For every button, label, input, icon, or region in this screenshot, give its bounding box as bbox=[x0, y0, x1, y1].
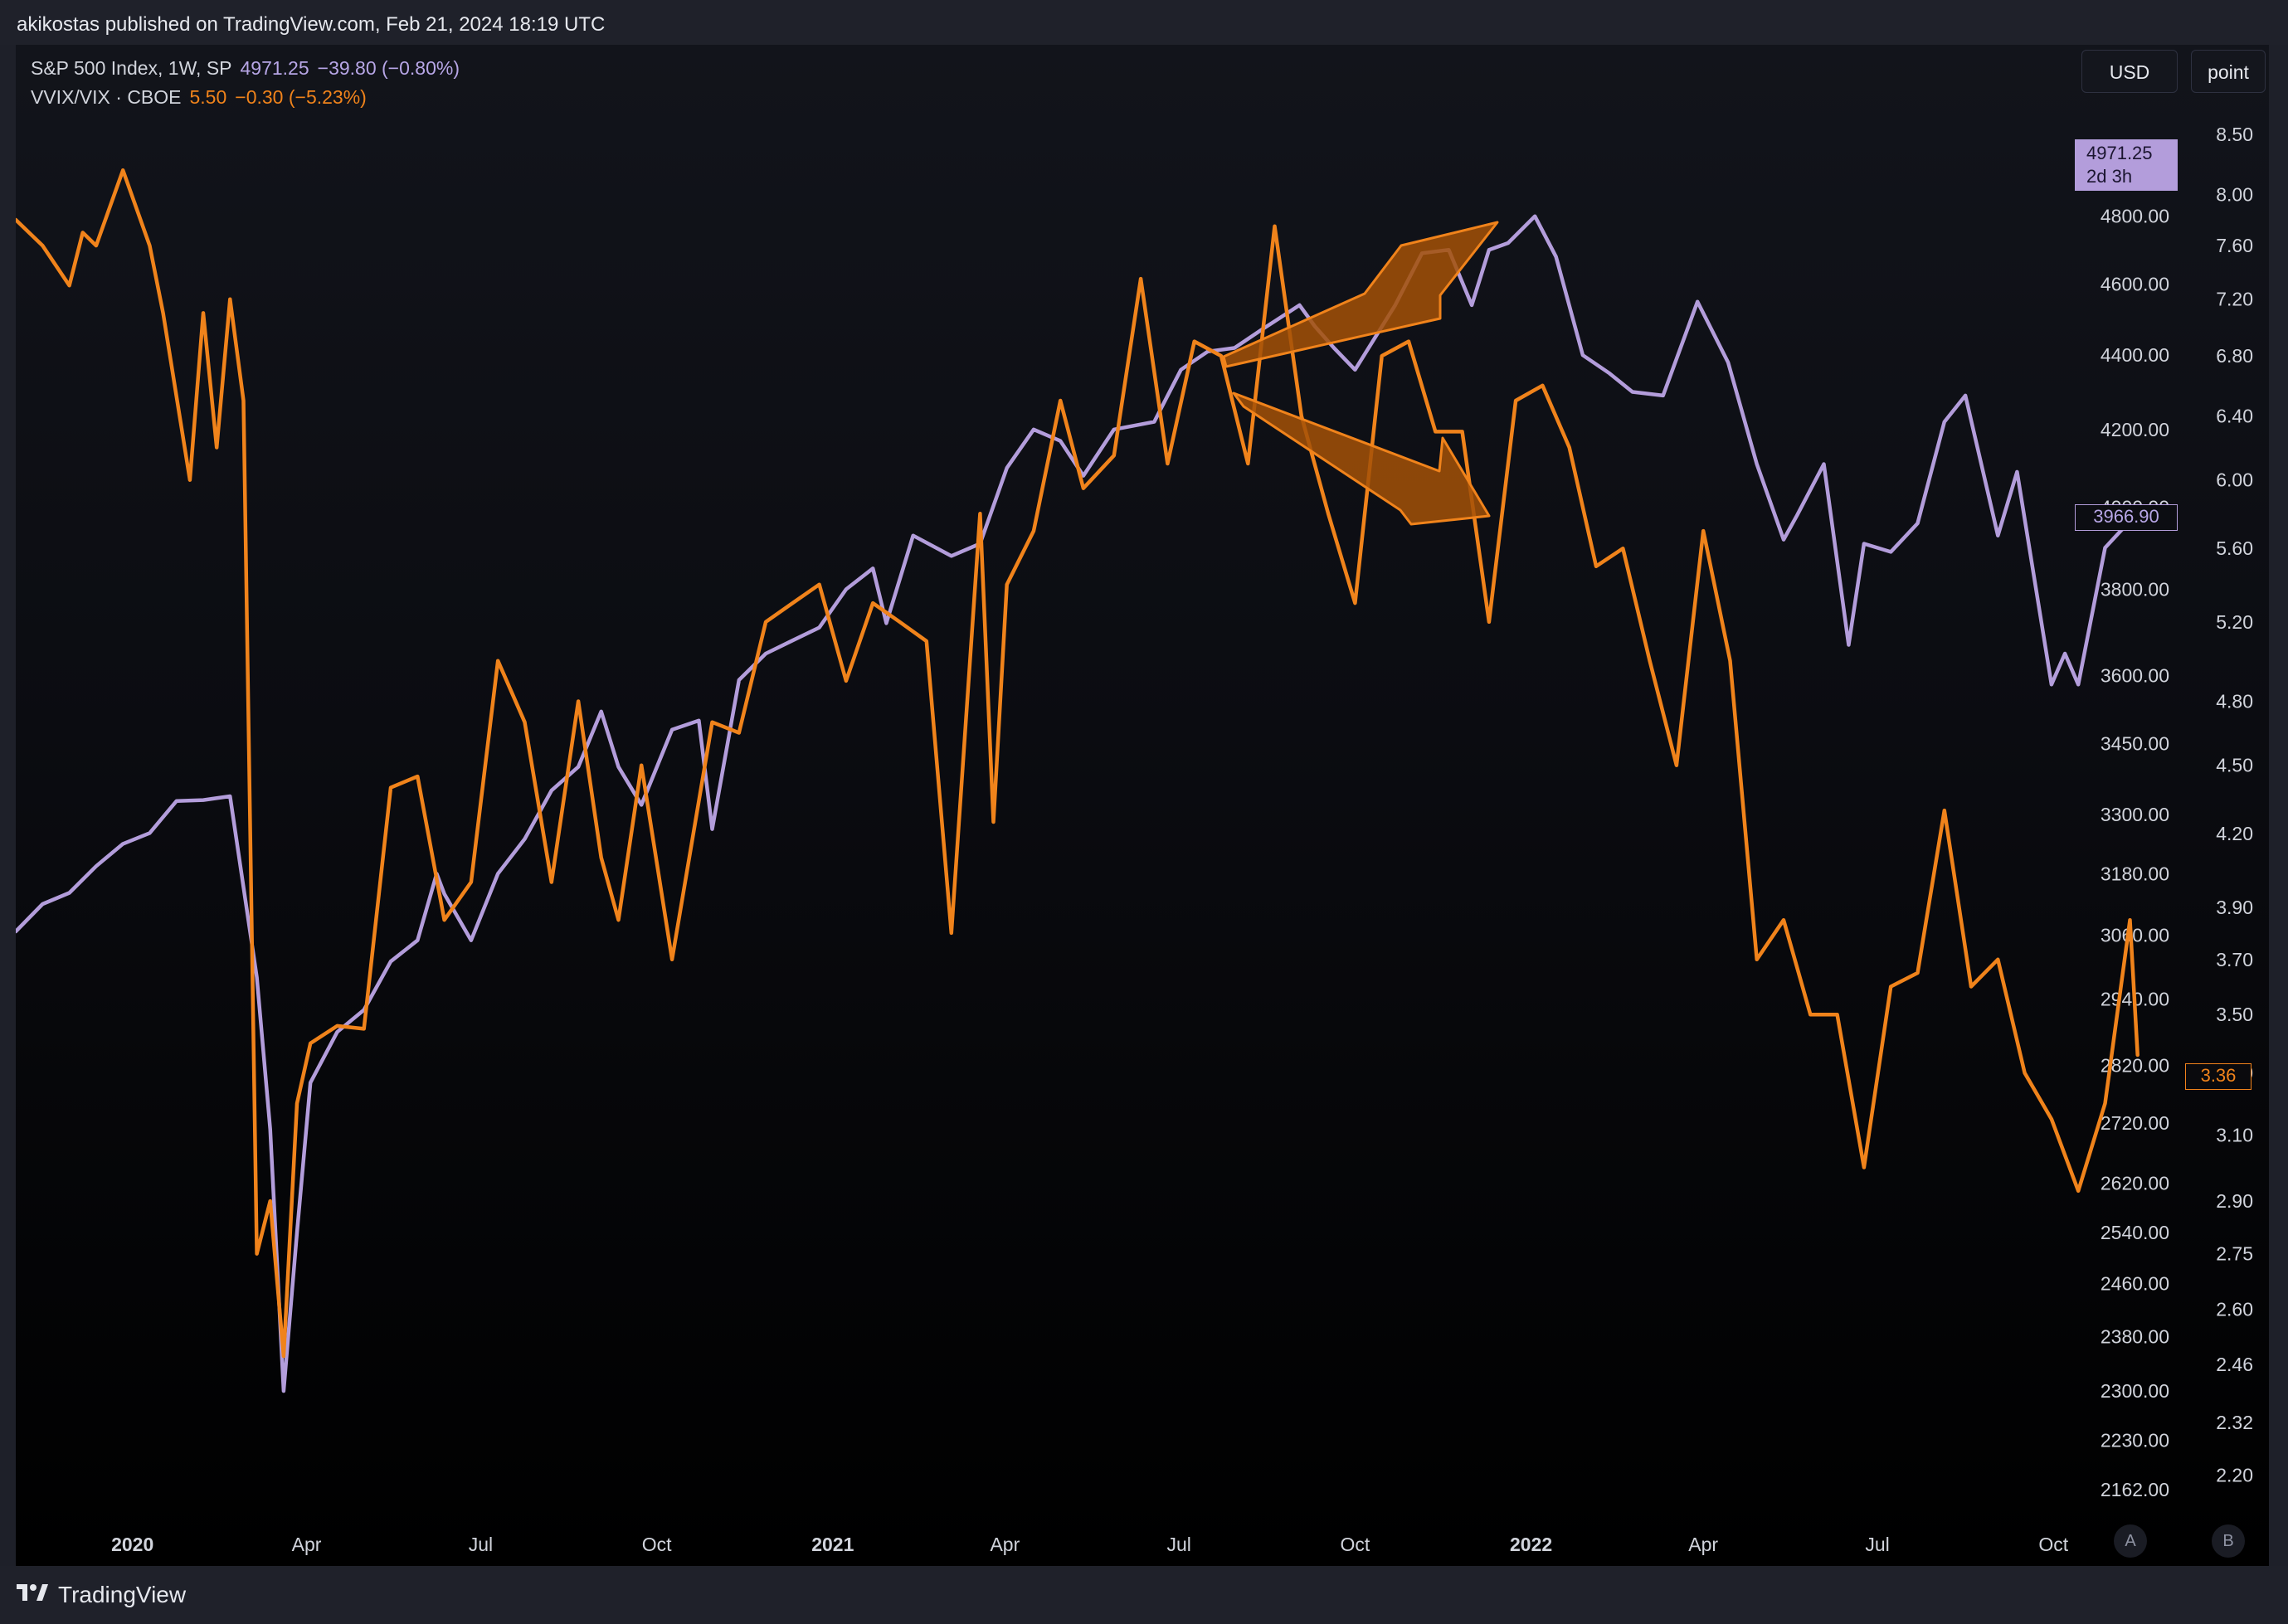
left-axis-tick-label: 2620.00 bbox=[2101, 1172, 2169, 1194]
time-axis-tick-label: Oct bbox=[2038, 1534, 2068, 1555]
time-axis-tick-label: Apr bbox=[1688, 1534, 1718, 1555]
legend-sp500-name: S&P 500 Index, 1W, SP bbox=[31, 57, 232, 79]
annotation-arrow-down[interactable] bbox=[1232, 391, 1491, 526]
left-price-axis: 4800.004600.004400.004200.004000.003800.… bbox=[2101, 206, 2169, 1501]
left-axis-tick-label: 4200.00 bbox=[2101, 419, 2169, 440]
right-axis-tick-label: 3.90 bbox=[2216, 897, 2253, 918]
right-axis-tick-label: 2.46 bbox=[2216, 1354, 2253, 1375]
time-axis-tick-label: 2022 bbox=[1510, 1534, 1552, 1555]
annotation-arrow-up[interactable] bbox=[1222, 221, 1499, 368]
legend-vvix[interactable]: VVIX/VIX · CBOE 5.50 −0.30 (−5.23%) bbox=[31, 86, 375, 109]
scale-mode-button[interactable]: point bbox=[2191, 50, 2266, 93]
right-axis-tick-label: 2.90 bbox=[2216, 1190, 2253, 1212]
legend-vvix-name: VVIX/VIX · CBOE bbox=[31, 86, 182, 108]
sp500-series-line bbox=[16, 214, 2132, 1393]
right-axis-tick-label: 3.50 bbox=[2216, 1004, 2253, 1025]
right-axis-tick-label: 8.00 bbox=[2216, 184, 2253, 206]
right-axis-tick-label: 2.60 bbox=[2216, 1299, 2253, 1320]
right-axis-tick-label: 4.80 bbox=[2216, 691, 2253, 712]
time-axis-tick-label: Oct bbox=[1341, 1534, 1370, 1555]
right-axis-tick-label: 3.10 bbox=[2216, 1124, 2253, 1145]
right-axis-tick-label: 4.50 bbox=[2216, 755, 2253, 776]
right-axis-tick-label: 6.40 bbox=[2216, 406, 2253, 427]
left-axis-tick-label: 3450.00 bbox=[2101, 732, 2169, 754]
right-scale-b-button[interactable]: B bbox=[2212, 1524, 2245, 1558]
publish-info-bar: akikostas published on TradingView.com, … bbox=[0, 0, 2288, 45]
left-axis-tick-label: 2162.00 bbox=[2101, 1479, 2169, 1500]
left-axis-tick-label: 2380.00 bbox=[2101, 1325, 2169, 1347]
tradingview-logo-icon bbox=[17, 1584, 48, 1601]
legend-sp500[interactable]: S&P 500 Index, 1W, SP 4971.25 −39.80 (−0.8… bbox=[31, 57, 468, 80]
time-axis-tick-label: Apr bbox=[292, 1534, 322, 1555]
legend-sp500-change: −39.80 (−0.80%) bbox=[317, 57, 460, 79]
left-axis-tick-label: 2460.00 bbox=[2101, 1273, 2169, 1295]
time-axis-tick-label: Jul bbox=[1167, 1534, 1191, 1555]
left-axis-tick-label: 2300.00 bbox=[2101, 1380, 2169, 1402]
time-axis-tick-label: 2020 bbox=[111, 1534, 153, 1555]
right-axis-tick-label: 6.00 bbox=[2216, 469, 2253, 491]
sp500-last-price-tag: 4971.25 2d 3h bbox=[2075, 139, 2178, 191]
time-axis-tick-label: Jul bbox=[1865, 1534, 1889, 1555]
left-axis-tick-label: 3300.00 bbox=[2101, 804, 2169, 825]
time-axis-tick-label: 2021 bbox=[811, 1534, 854, 1555]
sp500-marker-tag: 3966.90 bbox=[2075, 504, 2178, 531]
right-axis-tick-label: 5.20 bbox=[2216, 611, 2253, 633]
currency-button[interactable]: USD bbox=[2081, 50, 2178, 93]
right-axis-tick-label: 3.70 bbox=[2216, 949, 2253, 970]
tradingview-brand-name: TradingView bbox=[58, 1582, 187, 1607]
left-axis-tick-label: 4600.00 bbox=[2101, 274, 2169, 295]
price-chart[interactable]: 4800.004600.004400.004200.004000.003800.… bbox=[16, 45, 2269, 1566]
brand-bar: TradingView bbox=[0, 1566, 2288, 1624]
right-axis-tick-label: 8.50 bbox=[2216, 124, 2253, 145]
right-axis-tick-label: 7.60 bbox=[2216, 235, 2253, 256]
legend-sp500-value: 4971.25 bbox=[240, 57, 309, 79]
left-axis-tick-label: 2540.00 bbox=[2101, 1222, 2169, 1243]
sp500-countdown: 2d 3h bbox=[2086, 166, 2133, 187]
right-axis-tick-label: 7.20 bbox=[2216, 289, 2253, 310]
publish-info-text: akikostas published on TradingView.com, … bbox=[17, 13, 606, 36]
right-axis-tick-label: 5.60 bbox=[2216, 537, 2253, 559]
chart-panel[interactable]: 4800.004600.004400.004200.004000.003800.… bbox=[16, 45, 2269, 1566]
time-axis-tick-label: Oct bbox=[642, 1534, 672, 1555]
left-axis-tick-label: 3060.00 bbox=[2101, 924, 2169, 946]
vvix-vix-series-line bbox=[16, 168, 2140, 1359]
right-axis-tick-label: 2.20 bbox=[2216, 1464, 2253, 1485]
right-axis-tick-label: 2.75 bbox=[2216, 1243, 2253, 1265]
left-scale-a-button[interactable]: A bbox=[2114, 1524, 2147, 1558]
left-axis-tick-label: 4400.00 bbox=[2101, 344, 2169, 366]
legend-vvix-change: −0.30 (−5.23%) bbox=[235, 86, 367, 108]
left-axis-tick-label: 3180.00 bbox=[2101, 863, 2169, 884]
time-axis-tick-label: Jul bbox=[469, 1534, 493, 1555]
left-axis-tick-label: 2720.00 bbox=[2101, 1112, 2169, 1134]
left-axis-tick-label: 3800.00 bbox=[2101, 578, 2169, 600]
right-axis-tick-label: 4.20 bbox=[2216, 823, 2253, 844]
legend-vvix-value: 5.50 bbox=[189, 86, 227, 108]
time-axis: 2020 Apr Jul Oct 2021 Apr Jul Oct 2022 Apr Jul Oct bbox=[111, 1534, 2069, 1555]
drawing-annotations[interactable] bbox=[1222, 221, 1499, 526]
left-axis-tick-label: 2230.00 bbox=[2101, 1430, 2169, 1451]
right-price-axis: 8.50 8.00 7.60 7.20 6.80 6.40 6.00 5.60 5.20 4.80… bbox=[2216, 124, 2253, 1485]
series-lines bbox=[16, 168, 2140, 1393]
right-axis-tick-label: 6.80 bbox=[2216, 345, 2253, 367]
vvix-marker-tag: 3.36 bbox=[2185, 1063, 2251, 1090]
left-axis-tick-label: 4800.00 bbox=[2101, 206, 2169, 227]
left-axis-tick-label: 3600.00 bbox=[2101, 665, 2169, 687]
right-axis-tick-label: 2.32 bbox=[2216, 1412, 2253, 1433]
time-axis-tick-label: Apr bbox=[990, 1534, 1020, 1555]
sp500-last-price: 4971.25 bbox=[2086, 143, 2153, 163]
